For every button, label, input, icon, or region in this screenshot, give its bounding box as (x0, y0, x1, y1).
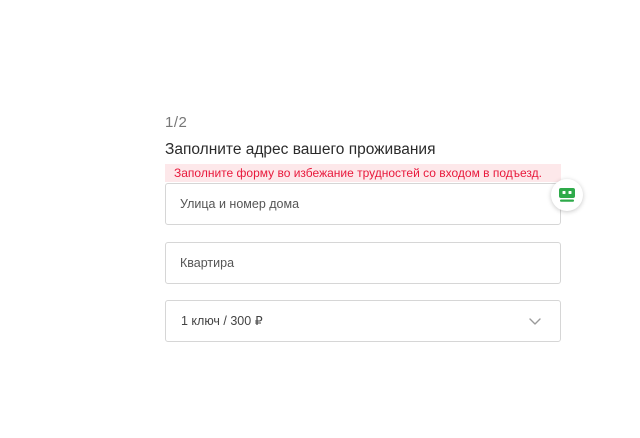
helper-widget-button[interactable] (551, 179, 583, 211)
key-select-value: 1 ключ / 300 ₽ (181, 314, 263, 328)
notice-banner: Заполните форму во избежание трудностей … (165, 164, 561, 182)
street-input[interactable] (166, 184, 560, 224)
apartment-input[interactable] (166, 243, 560, 283)
street-field (165, 183, 561, 225)
page: 1/2 Заполните адрес вашего проживания За… (0, 0, 640, 438)
robot-icon (559, 188, 575, 202)
key-select[interactable]: 1 ключ / 300 ₽ (165, 300, 561, 342)
form-title: Заполните адрес вашего проживания (165, 141, 436, 158)
chevron-down-icon (529, 318, 541, 325)
apartment-field (165, 242, 561, 284)
step-indicator: 1/2 (165, 114, 188, 131)
address-form: 1/2 Заполните адрес вашего проживания За… (165, 112, 561, 342)
